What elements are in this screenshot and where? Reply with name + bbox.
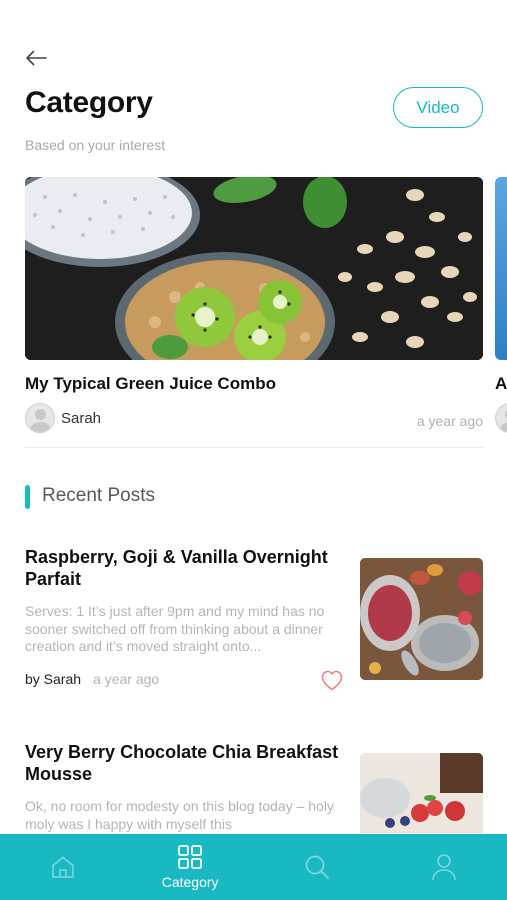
featured-card[interactable]: My Typical Green Juice Combo Sarah a yea… [25, 177, 483, 433]
page-title: Category [25, 86, 153, 119]
post-title: Very Berry Chocolate Chia Breakfast Mous… [25, 742, 339, 784]
post-meta: by Sarah a year ago [25, 671, 159, 687]
avatar [25, 403, 55, 433]
post-author: by Sarah [25, 671, 82, 687]
page-subtitle: Based on your interest [25, 137, 166, 153]
profile-icon [431, 854, 456, 881]
back-button[interactable] [22, 44, 50, 72]
featured-card-title: My Typical Green Juice Combo [25, 374, 276, 393]
featured-card-title: A [495, 374, 507, 393]
section-accent-bar [25, 485, 30, 509]
featured-card-time: a year ago [416, 413, 483, 429]
featured-card-author: Sarah [25, 403, 101, 433]
post-thumbnail [360, 558, 483, 680]
featured-carousel[interactable]: My Typical Green Juice Combo Sarah a yea… [0, 177, 507, 452]
tab-label: Category [161, 874, 219, 890]
bottom-tab-bar: Category [0, 834, 507, 900]
home-icon [52, 856, 75, 878]
post-time: a year ago [93, 671, 160, 687]
grid-icon [178, 845, 203, 869]
avatar [495, 403, 507, 433]
tab-category[interactable]: Category [127, 834, 254, 900]
tab-profile[interactable] [380, 834, 507, 900]
tab-search[interactable] [254, 834, 381, 900]
featured-card-image [25, 177, 483, 360]
featured-card-image [495, 177, 507, 360]
section-title: Recent Posts [42, 485, 155, 506]
back-arrow-icon [26, 50, 47, 66]
search-icon [305, 855, 329, 879]
post-excerpt: Serves: 1 It’s just after 9pm and my min… [25, 603, 325, 654]
post-title: Raspberry, Goji & Vanilla Overnight Parf… [25, 547, 328, 589]
featured-card[interactable]: A [495, 177, 507, 433]
heart-icon [321, 670, 343, 691]
featured-card-author [495, 403, 507, 433]
video-button[interactable]: Video [393, 87, 483, 128]
author-name: Sarah [61, 409, 102, 427]
like-button[interactable] [320, 669, 344, 691]
tab-home[interactable] [0, 834, 127, 900]
section-divider [25, 447, 483, 448]
post-excerpt: Ok, no room for modesty on this blog tod… [25, 798, 334, 832]
